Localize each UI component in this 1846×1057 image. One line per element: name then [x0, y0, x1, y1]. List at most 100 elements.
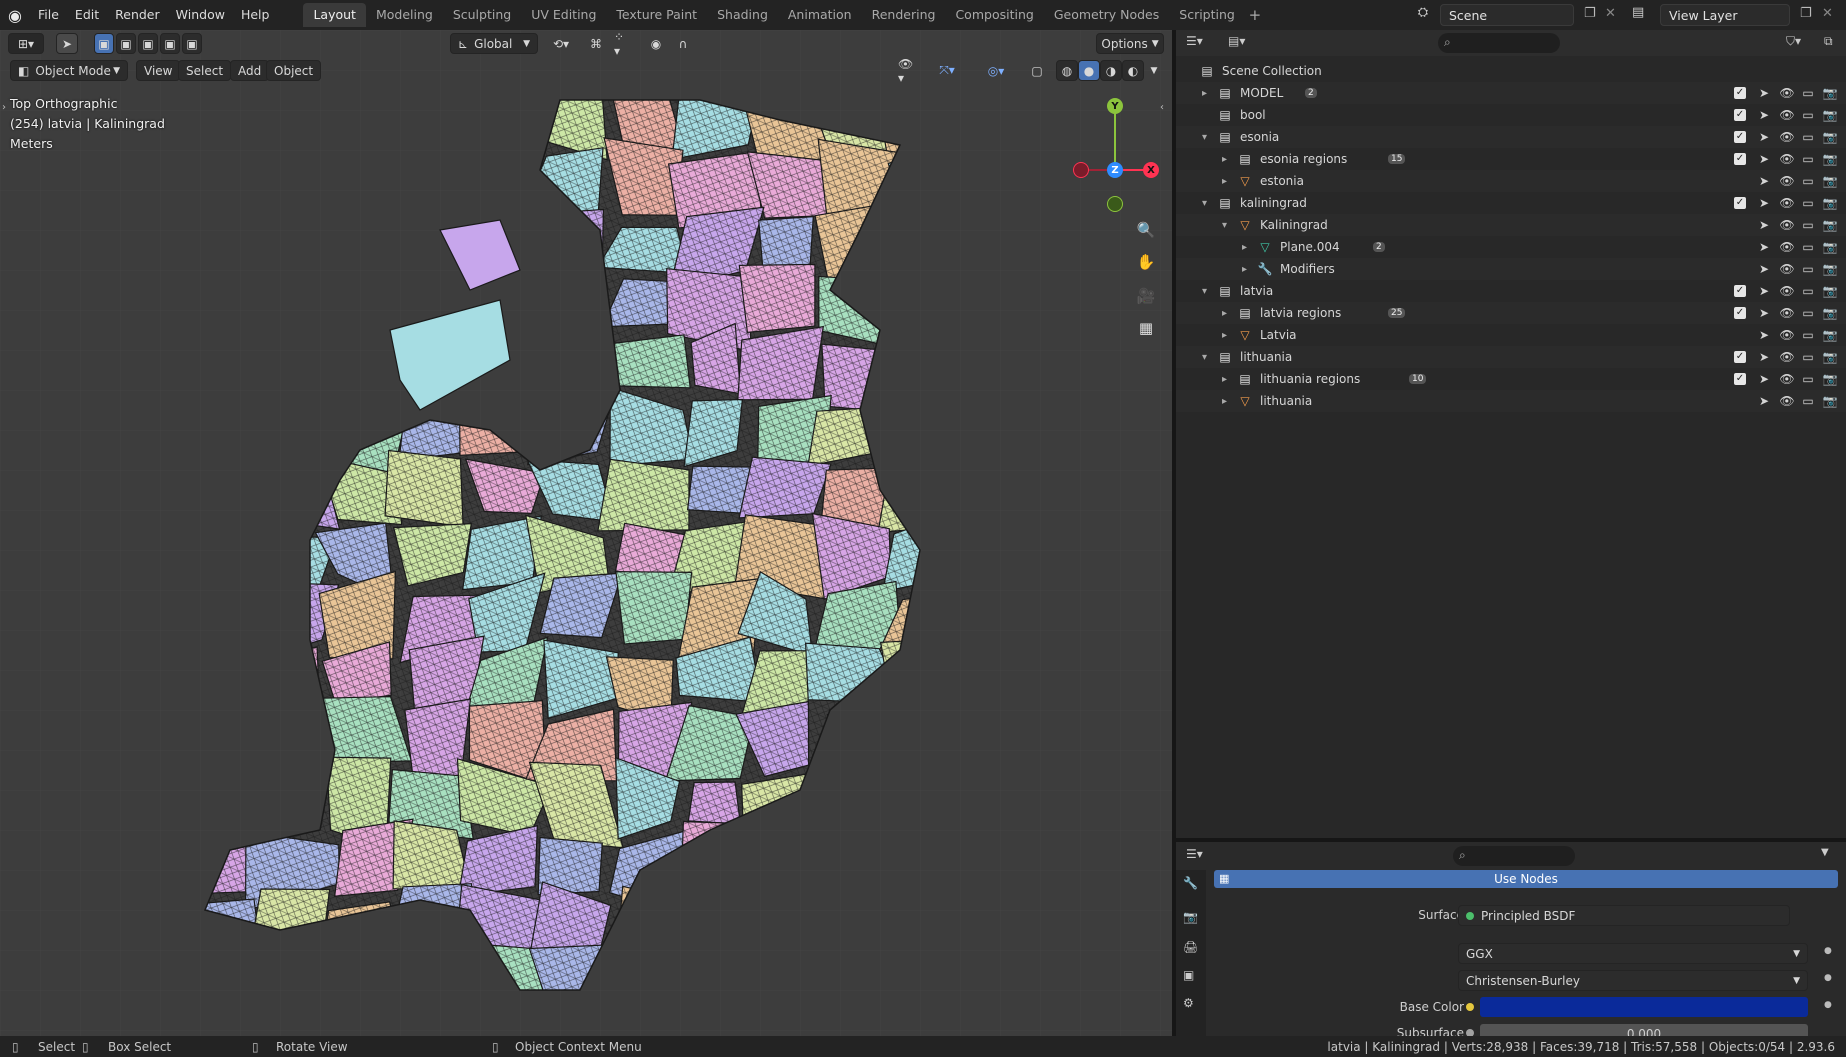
outliner-item-kaliningrad[interactable]: ▾ ▽ Kaliningrad ➤ 👁 ▭ 📷 — [1176, 214, 1846, 236]
expand-toggle-icon[interactable]: ▸ — [1222, 176, 1227, 187]
new-scene-icon[interactable]: ❐ — [1584, 6, 1596, 21]
selectable-toggle-icon[interactable]: ➤ — [1756, 152, 1772, 166]
perspective-grid-icon[interactable]: ▦ — [1132, 314, 1160, 342]
render-camera-icon[interactable]: 📷 — [1822, 108, 1838, 122]
shading-solid-icon[interactable]: ● — [1078, 60, 1100, 81]
eye-icon[interactable]: 👁 — [1779, 394, 1795, 408]
shading-options-icon[interactable]: ▼ — [1144, 60, 1164, 81]
eye-icon[interactable]: 👁 — [1779, 262, 1795, 276]
outliner-item-label[interactable]: esonia — [1240, 130, 1279, 144]
viewport-disable-icon[interactable]: ▭ — [1800, 306, 1816, 320]
snap-target-icon[interactable]: ⁘▾ — [606, 30, 636, 58]
selectable-toggle-icon[interactable]: ➤ — [1756, 284, 1772, 298]
expand-toggle-icon[interactable]: ▾ — [1222, 220, 1227, 231]
pivot-point-icon[interactable]: ⟲▾ — [546, 33, 576, 54]
exclude-checkbox[interactable]: ✓ — [1734, 131, 1746, 143]
expand-toggle-icon[interactable]: ▸ — [1202, 88, 1207, 99]
view-layer-tab-icon[interactable]: ▣ — [1183, 968, 1194, 982]
tab-sculpting[interactable]: Sculpting — [443, 3, 521, 27]
surface-shader-field[interactable]: Principled BSDF — [1458, 905, 1790, 926]
tab-compositing[interactable]: Compositing — [945, 3, 1043, 27]
exclude-checkbox[interactable]: ✓ — [1734, 351, 1746, 363]
selectable-toggle-icon[interactable]: ➤ — [1756, 306, 1772, 320]
tab-rendering[interactable]: Rendering — [862, 3, 946, 27]
exclude-checkbox[interactable]: ✓ — [1734, 285, 1746, 297]
menu-edit[interactable]: Edit — [67, 0, 107, 30]
select-mode-invert-icon[interactable]: ▣ — [160, 33, 180, 54]
selectable-toggle-icon[interactable]: ➤ — [1756, 240, 1772, 254]
render-camera-icon[interactable]: 📷 — [1822, 218, 1838, 232]
outliner-item-lithuania[interactable]: ▾ ▤ lithuania ✓ ➤ 👁 ▭ 📷 — [1176, 346, 1846, 368]
selectable-toggle-icon[interactable]: ➤ — [1756, 108, 1772, 122]
render-camera-icon[interactable]: 📷 — [1822, 240, 1838, 254]
eye-icon[interactable]: 👁 — [1779, 240, 1795, 254]
viewport-disable-icon[interactable]: ▭ — [1800, 262, 1816, 276]
view-layer-icon[interactable]: ▤ — [1632, 5, 1644, 20]
tab-animation[interactable]: Animation — [778, 3, 862, 27]
gizmo-neg-y-axis[interactable] — [1107, 196, 1123, 212]
outliner-item-kaliningrad[interactable]: ▾ ▤ kaliningrad ✓ ➤ 👁 ▭ 📷 — [1176, 192, 1846, 214]
selectable-toggle-icon[interactable]: ➤ — [1756, 174, 1772, 188]
snap-icon[interactable]: ⌘ — [584, 33, 608, 54]
tab-layout[interactable]: Layout — [303, 3, 366, 27]
selectable-toggle-icon[interactable]: ➤ — [1756, 262, 1772, 276]
outliner-search-input[interactable]: ⌕ — [1438, 33, 1560, 53]
exclude-checkbox[interactable]: ✓ — [1734, 373, 1746, 385]
proportional-edit-icon[interactable]: ◉ — [644, 33, 668, 54]
render-camera-icon[interactable]: 📷 — [1822, 328, 1838, 342]
delete-view-layer-icon[interactable]: ✕ — [1822, 6, 1833, 21]
viewport-disable-icon[interactable]: ▭ — [1800, 394, 1816, 408]
outliner-item-label[interactable]: lithuania — [1260, 394, 1312, 408]
outliner-item-label[interactable]: latvia — [1240, 284, 1273, 298]
expand-toggle-icon[interactable]: ▸ — [1222, 330, 1227, 341]
menu-help[interactable]: Help — [233, 0, 278, 30]
selectable-toggle-icon[interactable]: ➤ — [1756, 218, 1772, 232]
distribution-dropdown[interactable]: GGX ▼ — [1458, 943, 1808, 964]
select-mode-subtract-icon[interactable]: ▣ — [138, 33, 158, 54]
select-mode-new-icon[interactable]: ▣ — [94, 33, 114, 54]
menu-file[interactable]: File — [30, 0, 67, 30]
menu-view[interactable]: View — [136, 60, 181, 81]
shading-rendered-icon[interactable]: ◐ — [1122, 60, 1144, 81]
exclude-checkbox[interactable]: ✓ — [1734, 307, 1746, 319]
outliner-item-label[interactable]: latvia regions — [1260, 306, 1341, 320]
transform-orientation-dropdown[interactable]: ⊾ Global ▼ — [450, 33, 538, 54]
exclude-checkbox[interactable]: ✓ — [1734, 197, 1746, 209]
proportional-falloff-icon[interactable]: ∩ — [668, 33, 698, 54]
shading-wireframe-icon[interactable]: ◍ — [1056, 60, 1078, 81]
render-camera-icon[interactable]: 📷 — [1822, 130, 1838, 144]
editor-type-button[interactable]: ⊞▾ — [8, 33, 44, 54]
render-camera-icon[interactable]: 📷 — [1822, 372, 1838, 386]
subsurface-slider[interactable]: 0.000 — [1480, 1024, 1808, 1036]
outliner-item-label[interactable]: bool — [1240, 108, 1266, 122]
outliner-item-lithuania-regions[interactable]: ▸ ▤ lithuania regions 10 ✓ ➤ 👁 ▭ 📷 — [1176, 368, 1846, 390]
eye-icon[interactable]: 👁 — [1779, 350, 1795, 364]
filter-icon[interactable]: ⛉▾ — [1786, 34, 1801, 49]
outliner-item-latvia[interactable]: ▾ ▤ latvia ✓ ➤ 👁 ▭ 📷 — [1176, 280, 1846, 302]
tool-tab-icon[interactable]: 🔧 — [1183, 876, 1198, 890]
outliner-item-label[interactable]: kaliningrad — [1240, 196, 1307, 210]
mode-dropdown[interactable]: ◧ Object Mode ▼ — [10, 60, 128, 81]
exclude-checkbox[interactable]: ✓ — [1734, 87, 1746, 99]
selectable-toggle-icon[interactable]: ➤ — [1756, 196, 1772, 210]
gizmo-toggle-icon[interactable]: ⤧▾ — [930, 60, 964, 81]
base-color-swatch[interactable] — [1480, 997, 1808, 1017]
outliner-item-label[interactable]: Modifiers — [1280, 262, 1335, 276]
render-tab-icon[interactable]: 📷 — [1183, 910, 1198, 924]
outliner-item-bool[interactable]: ▤ bool ✓ ➤ 👁 ▭ 📷 — [1176, 104, 1846, 126]
select-tool-icon[interactable]: ➤ — [56, 33, 78, 54]
menu-object[interactable]: Object — [266, 60, 322, 81]
xray-toggle-icon[interactable]: ▢ — [1026, 60, 1048, 81]
expand-toggle-icon[interactable]: ▾ — [1202, 352, 1207, 363]
render-camera-icon[interactable]: 📷 — [1822, 262, 1838, 276]
select-mode-intersect-icon[interactable]: ▣ — [182, 33, 202, 54]
expand-toggle-icon[interactable]: ▸ — [1242, 264, 1247, 275]
outliner-item-estonia[interactable]: ▸ ▽ estonia ➤ 👁 ▭ 📷 — [1176, 170, 1846, 192]
outliner-item-model[interactable]: ▸ ▤ MODEL 2 ✓ ➤ 👁 ▭ 📷 — [1176, 82, 1846, 104]
outliner-item-label[interactable]: MODEL — [1240, 86, 1283, 100]
selectable-toggle-icon[interactable]: ➤ — [1756, 372, 1772, 386]
selectable-toggle-icon[interactable]: ➤ — [1756, 328, 1772, 342]
viewport-disable-icon[interactable]: ▭ — [1800, 372, 1816, 386]
outliner-item-label[interactable]: Plane.004 — [1280, 240, 1340, 254]
gizmo-x-axis[interactable]: X — [1143, 162, 1159, 178]
